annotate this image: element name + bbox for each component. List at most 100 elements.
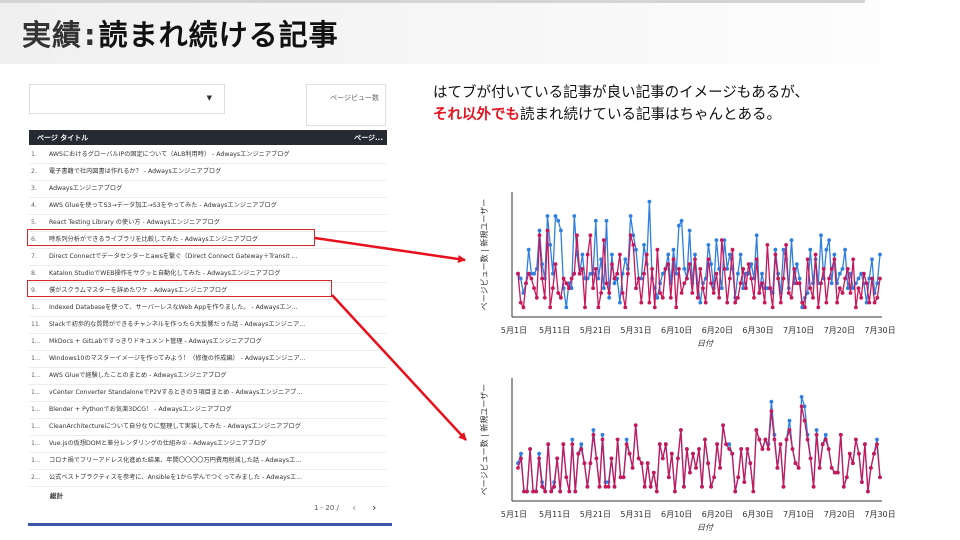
x-tick-label: 5月11日	[539, 326, 570, 335]
row-title: vCenter Converter StandaloneでP2Vするときの９項目…	[49, 389, 303, 396]
table-row[interactable]: 2... 公式ベストプラクティスを参考に、Ansibleを1から学んでつくってみま…	[29, 470, 387, 487]
highlight-row-9	[27, 280, 332, 297]
data-point	[636, 276, 641, 281]
table-row[interactable]: 1... MkDocs + GitLabですっきりドキュメント管理 - Adway…	[29, 334, 387, 351]
table-row[interactable]: 1... Vue.jsの仮想DOMと差分レンダリングの仕組み① - Adwaysエ…	[29, 436, 387, 453]
data-point	[789, 295, 794, 300]
data-point	[548, 305, 553, 310]
data-point	[591, 432, 596, 437]
data-point	[797, 281, 802, 286]
column-metric-header[interactable]: ページ...	[354, 133, 383, 143]
data-point	[542, 295, 547, 300]
x-tick-label: 6月30日	[742, 510, 773, 519]
row-number: 1...	[31, 423, 41, 430]
table-row[interactable]: 1... Indexed Databaseを使って、サーバーレスなWeb Appを…	[29, 300, 387, 317]
data-point	[654, 489, 659, 494]
row-title: Indexed Databaseを使って、サーバーレスなWeb Appを作りまし…	[49, 304, 298, 311]
x-tick-label: 6月30日	[742, 326, 773, 335]
table-row[interactable]: 1... Blender + Pythonでお気楽3DCG！ - Adwaysエン…	[29, 402, 387, 419]
x-tick-label: 7月30日	[864, 326, 895, 335]
data-point	[714, 238, 719, 242]
note-line-2: それ以外でも読まれ続けている記事はちゃんとある。	[433, 104, 809, 126]
data-point	[687, 262, 692, 266]
table-row[interactable]: 1... Windows10のマスターイメージを作ってみよう！（修復の作成編） -…	[29, 351, 387, 368]
data-point	[519, 456, 523, 461]
data-point	[631, 243, 636, 247]
data-point	[875, 437, 879, 442]
data-point	[766, 447, 771, 451]
data-point	[546, 442, 551, 447]
row-title: 電子書籍で社内図書は作れるか？ - Adwaysエンジニアブログ	[49, 168, 222, 175]
data-point	[786, 291, 791, 295]
data-point	[679, 428, 683, 432]
row-number: 1.	[31, 151, 37, 158]
data-point	[827, 238, 831, 242]
data-point	[534, 295, 539, 300]
data-point	[580, 267, 585, 271]
chevron-right-icon[interactable]: ›	[372, 501, 376, 514]
data-point	[816, 305, 821, 310]
table-row[interactable]: 11. Slackで初歩的な質問ができるチャンネルを作ったら大反響だった話 - A…	[29, 317, 387, 334]
data-point	[596, 305, 601, 310]
row-title: MkDocs + GitLabですっきりドキュメント管理 - Adwaysエンジ…	[49, 338, 262, 345]
data-point	[733, 489, 738, 494]
data-point	[657, 442, 662, 447]
data-point	[772, 437, 777, 442]
data-point	[621, 475, 626, 480]
x-tick-label: 6月20日	[702, 510, 733, 519]
table-row[interactable]: 1. AWSにおけるグローバルIPの固定について（ALB利用時） - Adways…	[29, 147, 387, 164]
table-row[interactable]: 1... CleanArchitectureについて自分なりに整理して実装してみた…	[29, 419, 387, 436]
data-point	[570, 437, 575, 442]
filter-dropdown[interactable]: ▼	[29, 84, 225, 114]
y-axis-label: ページビュー数 | 新規ユーザー	[479, 199, 489, 310]
data-point	[835, 300, 839, 305]
data-point	[545, 214, 550, 218]
data-point	[754, 428, 759, 432]
data-point	[796, 466, 801, 470]
data-point	[516, 466, 520, 470]
table-row[interactable]: 1... AWS Glueで経験したことのまとめ - Adwaysエンジニアブログ	[29, 368, 387, 385]
table-row[interactable]: 1... コロナ禍でフリーアドレス化進めた結果、年間〇〇〇〇万円費用削減した話 -…	[29, 453, 387, 470]
table-row[interactable]: 2. 電子書籍で社内図書は作れるか？ - Adwaysエンジニアブログ	[29, 164, 387, 181]
data-point	[658, 291, 662, 295]
table-row[interactable]: 3. Adwaysエンジニアブログ	[29, 181, 387, 198]
data-point	[618, 300, 622, 305]
data-point	[769, 399, 774, 404]
data-point	[521, 305, 526, 310]
data-point	[564, 475, 569, 480]
row-number: 1...	[31, 372, 41, 379]
data-point	[564, 281, 569, 286]
data-point	[579, 447, 584, 451]
data-point	[701, 286, 705, 291]
data-point	[555, 456, 560, 461]
data-point	[545, 228, 550, 233]
data-point	[832, 252, 837, 257]
data-point	[797, 276, 802, 281]
data-point	[821, 267, 826, 271]
data-point	[856, 276, 861, 281]
data-point	[711, 291, 716, 295]
data-point	[866, 489, 870, 494]
data-point	[528, 447, 532, 451]
data-point	[597, 484, 602, 489]
data-point	[564, 305, 569, 310]
slide-title: 実績:読まれ続ける記事	[22, 12, 339, 54]
table-row[interactable]: 4. AWS Glueを使ってS3→データ加工→S3をやってみた - Adways…	[29, 198, 387, 215]
table-row[interactable]: 1... vCenter Converter StandaloneでP2Vするとき…	[29, 385, 387, 402]
table-row[interactable]: 7. Direct Connectでデータセンターとawsを繋ぐ（Direct C…	[29, 249, 387, 266]
note-line-1: はてブが付いている記事が良い記事のイメージもあるが、	[433, 85, 809, 101]
data-point	[817, 466, 822, 470]
column-title-header[interactable]: ページ タイトル	[37, 133, 88, 143]
row-title: Adwaysエンジニアブログ	[49, 185, 123, 192]
data-point	[524, 281, 528, 286]
chevron-left-icon[interactable]: ‹	[352, 501, 356, 514]
data-point	[642, 243, 646, 247]
data-point	[537, 228, 542, 233]
data-point	[829, 267, 834, 271]
data-point	[799, 404, 804, 409]
data-point	[760, 281, 764, 286]
data-point	[763, 437, 768, 442]
data-point	[567, 286, 571, 291]
data-point	[579, 442, 584, 447]
row-number: 7.	[31, 253, 37, 260]
